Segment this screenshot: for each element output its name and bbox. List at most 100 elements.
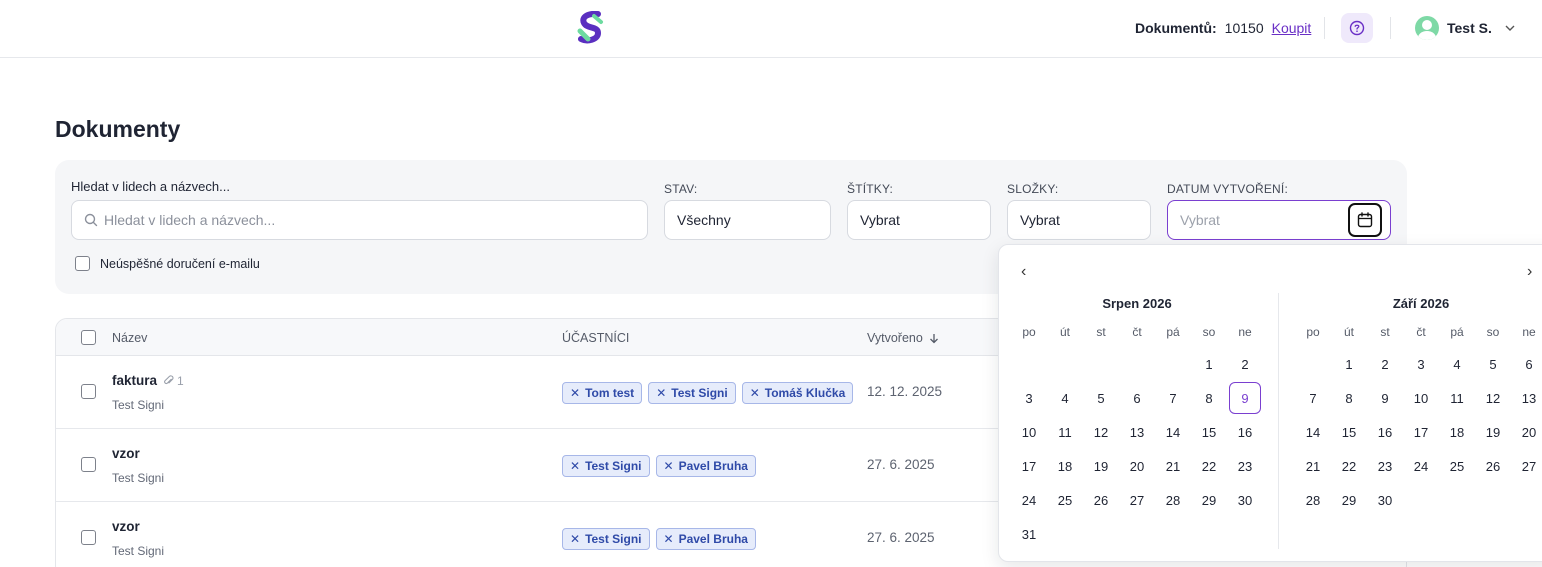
document-name[interactable]: faktura 1 <box>112 373 184 388</box>
calendar-day[interactable]: 12 <box>1085 416 1117 448</box>
calendar-day[interactable]: 20 <box>1513 416 1542 448</box>
calendar-day[interactable]: 1 <box>1193 348 1225 380</box>
calendar-day[interactable]: 7 <box>1157 382 1189 414</box>
tags-select[interactable]: Vybrat <box>847 200 991 240</box>
calendar-day[interactable]: 29 <box>1193 484 1225 516</box>
calendar-day[interactable]: 17 <box>1405 416 1437 448</box>
calendar-day[interactable]: 8 <box>1333 382 1365 414</box>
remove-icon[interactable]: ✕ <box>570 386 580 400</box>
document-name[interactable]: vzor <box>112 446 140 461</box>
calendar-day[interactable]: 15 <box>1333 416 1365 448</box>
next-month-button[interactable]: › <box>1527 263 1532 281</box>
calendar-day[interactable]: 19 <box>1477 416 1509 448</box>
prev-month-button[interactable]: ‹ <box>1021 263 1026 281</box>
calendar-day[interactable]: 24 <box>1405 450 1437 482</box>
help-button[interactable] <box>1341 13 1373 43</box>
select-all-checkbox[interactable] <box>81 330 96 345</box>
calendar-day[interactable]: 19 <box>1085 450 1117 482</box>
calendar-day[interactable]: 4 <box>1441 348 1473 380</box>
calendar-day[interactable]: 5 <box>1085 382 1117 414</box>
calendar-day[interactable]: 2 <box>1369 348 1401 380</box>
row-checkbox[interactable] <box>81 530 96 545</box>
participant-chip[interactable]: ✕ Test Signi <box>562 455 650 477</box>
calendar-day[interactable]: 11 <box>1049 416 1081 448</box>
calendar-day[interactable]: 26 <box>1477 450 1509 482</box>
calendar-day[interactable]: 12 <box>1477 382 1509 414</box>
calendar-day[interactable]: 3 <box>1405 348 1437 380</box>
calendar-day[interactable]: 4 <box>1049 382 1081 414</box>
calendar-day[interactable]: 14 <box>1297 416 1329 448</box>
participant-chip[interactable]: ✕ Pavel Bruha <box>655 528 756 550</box>
buy-link[interactable]: Koupit <box>1272 20 1312 36</box>
calendar-day[interactable]: 2 <box>1229 348 1261 380</box>
calendar-day[interactable]: 18 <box>1049 450 1081 482</box>
calendar-day[interactable]: 1 <box>1333 348 1365 380</box>
calendar-button[interactable] <box>1348 203 1382 237</box>
logo-icon[interactable] <box>576 11 606 45</box>
calendar-day[interactable]: 7 <box>1297 382 1329 414</box>
participant-chip[interactable]: ✕ Pavel Bruha <box>655 455 756 477</box>
document-name[interactable]: vzor <box>112 519 140 534</box>
calendar-day[interactable]: 22 <box>1333 450 1365 482</box>
calendar-day[interactable]: 26 <box>1085 484 1117 516</box>
calendar-day[interactable]: 25 <box>1049 484 1081 516</box>
row-checkbox[interactable] <box>81 384 96 399</box>
calendar-day[interactable]: 15 <box>1193 416 1225 448</box>
calendar-day[interactable]: 21 <box>1157 450 1189 482</box>
remove-icon[interactable]: ✕ <box>570 532 580 546</box>
calendar-day[interactable]: 20 <box>1121 450 1153 482</box>
calendar-day-selected[interactable]: 9 <box>1229 382 1261 414</box>
user-menu[interactable]: Test S. <box>1415 16 1516 40</box>
calendar-day[interactable]: 16 <box>1369 416 1401 448</box>
calendar-day[interactable]: 10 <box>1013 416 1045 448</box>
calendar-day[interactable]: 13 <box>1513 382 1542 414</box>
calendar-day[interactable]: 6 <box>1513 348 1542 380</box>
calendar-day[interactable]: 11 <box>1441 382 1473 414</box>
column-created[interactable]: Vytvořeno <box>867 331 939 345</box>
calendar-day[interactable]: 22 <box>1193 450 1225 482</box>
calendar-day[interactable]: 25 <box>1441 450 1473 482</box>
calendar-day[interactable]: 24 <box>1013 484 1045 516</box>
calendar-day[interactable]: 18 <box>1441 416 1473 448</box>
calendar-day[interactable]: 27 <box>1121 484 1153 516</box>
calendar-day[interactable]: 21 <box>1297 450 1329 482</box>
participant-chip[interactable]: ✕ Test Signi <box>648 382 736 404</box>
remove-icon[interactable]: ✕ <box>656 386 666 400</box>
calendar-day[interactable]: 6 <box>1121 382 1153 414</box>
calendar-day[interactable]: 10 <box>1405 382 1437 414</box>
calendar-day[interactable]: 31 <box>1013 518 1045 550</box>
calendar-day[interactable]: 29 <box>1333 484 1365 516</box>
calendar-day[interactable]: 28 <box>1297 484 1329 516</box>
calendar-day[interactable]: 30 <box>1229 484 1261 516</box>
remove-icon[interactable]: ✕ <box>570 459 580 473</box>
calendar-day[interactable]: 27 <box>1513 450 1542 482</box>
remove-icon[interactable]: ✕ <box>664 459 674 473</box>
failed-email-checkbox[interactable] <box>75 256 90 271</box>
calendar-day[interactable]: 9 <box>1369 382 1401 414</box>
participant-chip[interactable]: ✕ Tomáš Klučka <box>741 382 854 404</box>
calendar-day[interactable]: 14 <box>1157 416 1189 448</box>
calendar-day[interactable]: 30 <box>1369 484 1401 516</box>
date-input[interactable]: Vybrat <box>1167 200 1391 240</box>
calendar-day[interactable]: 16 <box>1229 416 1261 448</box>
remove-icon[interactable]: ✕ <box>664 532 674 546</box>
calendar-day[interactable]: 17 <box>1013 450 1045 482</box>
calendar-day[interactable]: 5 <box>1477 348 1509 380</box>
failed-email-filter[interactable]: Neúspěšné doručení e-mailu <box>75 256 260 271</box>
calendar-day[interactable]: 8 <box>1193 382 1225 414</box>
remove-icon[interactable]: ✕ <box>750 386 760 400</box>
status-select[interactable]: Všechny <box>664 200 831 240</box>
column-name[interactable]: Název <box>112 331 147 345</box>
calendar-day[interactable]: 3 <box>1013 382 1045 414</box>
calendar-day[interactable]: 23 <box>1369 450 1401 482</box>
participant-chip[interactable]: ✕ Tom test <box>562 382 643 404</box>
row-checkbox[interactable] <box>81 457 96 472</box>
search-input[interactable]: Hledat v lidech a názvech... <box>71 200 648 240</box>
calendar-day[interactable]: 23 <box>1229 450 1261 482</box>
calendar-day[interactable]: 13 <box>1121 416 1153 448</box>
document-counter: Dokumentů: 10150 Koupit <box>1135 20 1311 36</box>
participant-chip[interactable]: ✕ Test Signi <box>562 528 650 550</box>
folders-select[interactable]: Vybrat <box>1007 200 1151 240</box>
calendar-day[interactable]: 28 <box>1157 484 1189 516</box>
month-title: Září 2026 <box>1392 296 1450 311</box>
